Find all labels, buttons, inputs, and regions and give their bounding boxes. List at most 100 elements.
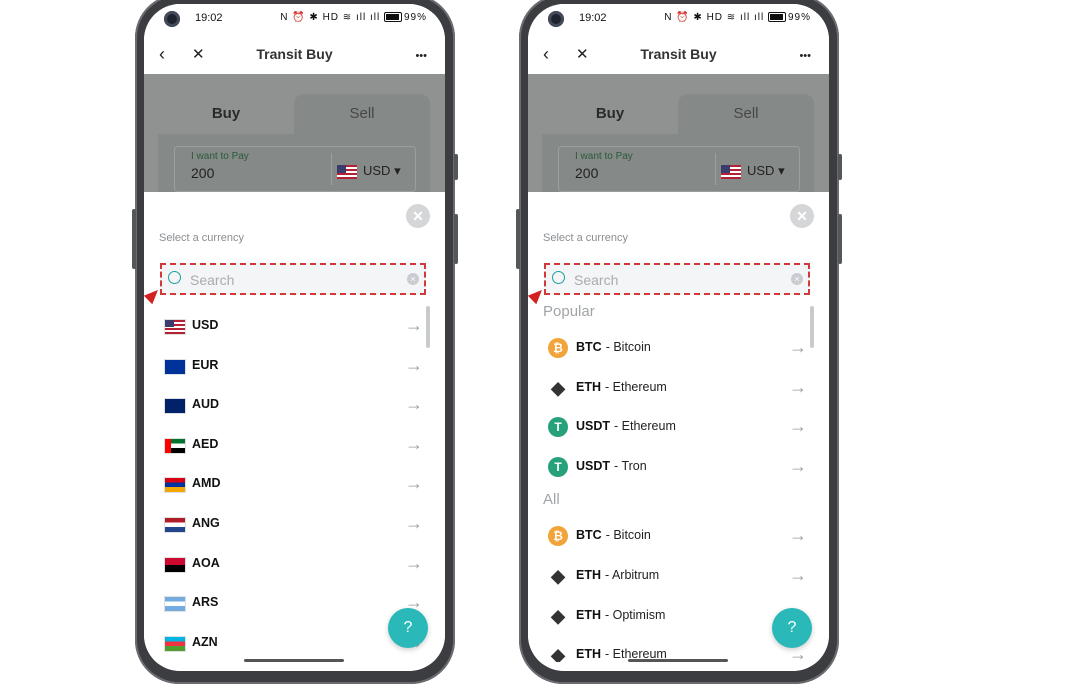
currency-row-usd[interactable]: USD → — [144, 306, 445, 346]
phone-right: 19:02 N ⏰ ✱ HD ≋ ıll ıll 99% ‹ ✕ Transit… — [516, 0, 842, 684]
arrow-right-icon: → — [789, 337, 807, 357]
currency-row-eur[interactable]: EUR → — [144, 346, 445, 386]
scrollbar[interactable] — [426, 306, 430, 348]
currency-row-aud[interactable]: AUD → — [144, 385, 445, 425]
eur-flag-icon — [164, 358, 186, 375]
crypto-row[interactable]: ◆ ETH - Arbitrum → — [528, 556, 829, 596]
status-time: 19:02 — [579, 12, 607, 24]
currency-sheet: ✕ Select a currency × USD→ EUR→ AUD→ AED… — [144, 192, 445, 671]
app-header: ‹ ✕ Transit Buy ••• — [528, 38, 829, 74]
page-title: Transit Buy — [256, 46, 333, 62]
pay-currency: USD ▾ — [337, 163, 401, 179]
status-icons: N ⏰ ✱ HD ≋ ıll ıll 99% — [664, 12, 811, 23]
arrow-right-icon: → — [405, 473, 423, 494]
battery-icon — [767, 12, 786, 23]
battery-icon — [383, 12, 402, 23]
sheet-close-button[interactable]: ✕ — [406, 204, 430, 228]
amd-flag-icon — [164, 477, 186, 494]
sheet-label: Select a currency — [159, 232, 244, 244]
screen-right: 19:02 N ⏰ ✱ HD ≋ ıll ıll 99% ‹ ✕ Transit… — [528, 4, 829, 671]
search-icon — [552, 271, 565, 284]
arrow-right-icon: → — [789, 455, 807, 476]
clear-icon[interactable]: × — [407, 273, 419, 285]
eth-icon: ◆ — [551, 377, 565, 398]
search-box: × — [544, 263, 810, 295]
aud-flag-icon — [164, 398, 186, 415]
us-flag-icon — [337, 164, 357, 179]
tab-buy: Buy — [158, 94, 294, 134]
arrow-right-icon: → — [789, 416, 807, 437]
tab-sell: Sell — [294, 94, 430, 134]
usdt-icon: T — [548, 456, 568, 477]
phone-left: 19:02 N ⏰ ✱ HD ≋ ıll ıll 99% ‹ ✕ Transit… — [132, 0, 458, 684]
section-all: All — [543, 491, 560, 509]
scrollbar[interactable] — [810, 306, 814, 348]
arrow-right-icon: → — [405, 552, 423, 573]
azn-flag-icon — [164, 635, 186, 652]
help-button[interactable]: ? — [388, 608, 428, 648]
crypto-row[interactable]: T USDT - Tron → — [528, 447, 829, 487]
status-bar: 19:02 N ⏰ ✱ HD ≋ ıll ıll 99% — [144, 4, 445, 38]
arrow-right-icon: → — [405, 433, 423, 454]
btc-icon: ₿ — [548, 338, 568, 358]
status-bar: 19:02 N ⏰ ✱ HD ≋ ıll ıll 99% — [528, 4, 829, 38]
crypto-row[interactable]: ◆ ETH - Ethereum → — [528, 368, 829, 408]
search-box: × — [160, 263, 426, 295]
eth-icon: ◆ — [551, 645, 565, 662]
aed-flag-icon — [164, 437, 186, 454]
arrow-right-icon: → — [789, 376, 807, 397]
crypto-row[interactable]: T USDT - Ethereum → — [528, 407, 829, 447]
home-indicator — [628, 659, 728, 662]
btc-icon: ₿ — [548, 526, 568, 547]
arrow-right-icon: → — [789, 564, 807, 585]
more-icon[interactable]: ••• — [415, 46, 427, 66]
search-input[interactable] — [572, 267, 786, 293]
tab-sell: Sell — [678, 94, 814, 134]
pay-amount: 200 — [191, 165, 215, 181]
more-icon[interactable]: ••• — [799, 46, 811, 66]
page-title: Transit Buy — [640, 46, 717, 62]
pay-card: I want to Pay 200 USD ▾ — [542, 134, 814, 194]
crypto-row[interactable]: ₿ BTC - Bitcoin → — [528, 328, 829, 368]
pay-amount: 200 — [575, 165, 599, 181]
pay-label: I want to Pay — [575, 151, 633, 162]
arrow-right-icon: → — [405, 354, 423, 375]
currency-row-aed[interactable]: AED → — [144, 425, 445, 465]
pay-currency: USD ▾ — [721, 163, 785, 179]
pay-label: I want to Pay — [191, 151, 249, 162]
help-button[interactable]: ? — [772, 608, 812, 648]
currency-row-amd[interactable]: AMD → — [144, 464, 445, 504]
camera-icon — [164, 11, 180, 27]
sheet-label: Select a currency — [543, 232, 628, 244]
screen-left: 19:02 N ⏰ ✱ HD ≋ ıll ıll 99% ‹ ✕ Transit… — [144, 4, 445, 671]
usdt-icon: T — [548, 417, 568, 438]
arrow-right-icon: → — [405, 394, 423, 415]
home-indicator — [244, 659, 344, 662]
status-time: 19:02 — [195, 12, 223, 24]
ars-flag-icon — [164, 596, 186, 613]
usd-flag-icon — [164, 319, 186, 335]
dimmed-background: Buy Sell I want to Pay 200 USD ▾ — [144, 74, 445, 194]
app-header: ‹ ✕ Transit Buy ••• — [144, 38, 445, 74]
currency-row-ang[interactable]: ANG → — [144, 504, 445, 544]
crypto-row[interactable]: ₿ BTC - Bitcoin → — [528, 516, 829, 556]
clear-icon[interactable]: × — [791, 273, 803, 285]
arrow-right-icon: → — [789, 525, 807, 546]
search-input[interactable] — [188, 267, 402, 293]
currency-sheet: ✕ Select a currency × Popular ₿BTC- Bitc… — [528, 192, 829, 671]
aoa-flag-icon — [164, 556, 186, 573]
section-popular: Popular — [543, 303, 595, 320]
pay-card: I want to Pay 200 USD ▾ — [158, 134, 430, 194]
crypto-list: Popular ₿ BTC - Bitcoin → ◆ ETH - Ethereum → T… — [528, 302, 829, 662]
dimmed-background: Buy Sell I want to Pay 200 USD ▾ — [528, 74, 829, 194]
arrow-right-icon: → — [405, 512, 423, 533]
tab-buy: Buy — [542, 94, 678, 134]
sheet-close-button[interactable]: ✕ — [790, 204, 814, 228]
arrow-right-icon: → — [405, 315, 423, 335]
eth-icon: ◆ — [551, 565, 565, 586]
camera-icon — [548, 11, 564, 27]
ang-flag-icon — [164, 516, 186, 533]
eth-icon: ◆ — [551, 605, 565, 626]
search-icon — [168, 271, 181, 284]
currency-row-aoa[interactable]: AOA → — [144, 544, 445, 584]
